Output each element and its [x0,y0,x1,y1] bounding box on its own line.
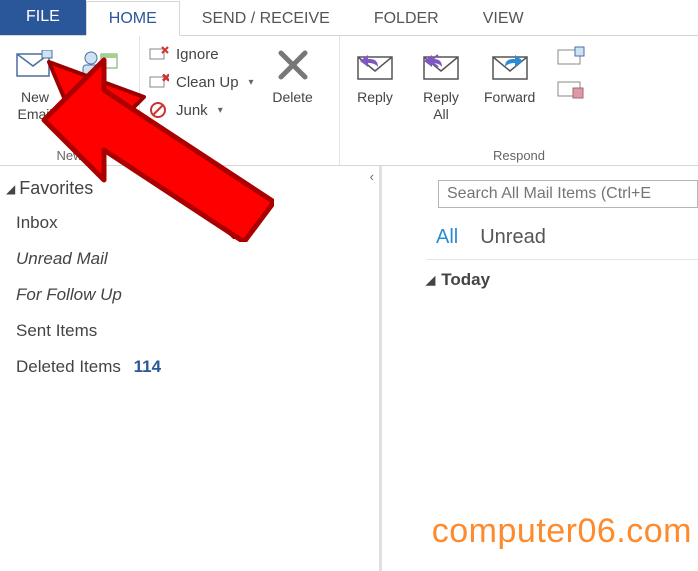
new-items-label: Ite [93,89,109,106]
person-calendar-icon [79,44,123,86]
filter-unread[interactable]: Unread [480,226,546,249]
new-email-label: New Email [17,89,52,123]
dropdown-icon: ▾ [218,105,223,116]
dropdown-icon: ▾ [249,77,254,88]
favorites-label: Favorites [19,178,93,199]
clean-up-button[interactable]: ✖ Clean Up ▾ [148,70,254,94]
tab-file[interactable]: FILE [0,0,86,35]
group-label-new: New [8,145,131,163]
folder-for-follow-up[interactable]: For Follow Up [6,277,367,313]
delete-button[interactable]: Delete [266,40,320,106]
expand-icon: ◢ [426,273,435,287]
respond-extra [551,40,585,100]
junk-label: Junk [176,102,208,119]
search-input[interactable] [447,185,689,203]
ribbon: New Email Ite New [0,36,698,166]
reply-all-icon [419,44,463,86]
reply-label: Reply [357,89,393,106]
tab-folder[interactable]: FOLDER [352,2,461,35]
filter-bar: All Unread [396,208,698,259]
ignore-label: Ignore [176,46,219,63]
filter-all[interactable]: All [436,226,458,249]
more-respond-icon[interactable] [557,78,585,100]
tab-view[interactable]: VIEW [461,2,546,35]
watermark: computer06.com [432,512,692,551]
group-label-respond: Respond [348,145,690,163]
delete-label: Delete [272,89,312,106]
ignore-icon [148,44,170,64]
ribbon-group-delete: Ignore ✖ Clean Up ▾ Junk ▾ [140,36,340,165]
main-area: ‹ ◢ Favorites Inbox Unread Mail For Foll… [0,166,698,571]
reply-button[interactable]: Reply [348,40,402,106]
folder-unread-mail[interactable]: Unread Mail [6,241,367,277]
tab-home[interactable]: HOME [86,1,180,36]
folder-deleted-items[interactable]: Deleted Items 114 [6,349,367,385]
reply-icon [353,44,397,86]
reply-all-label: Reply All [423,89,459,123]
folder-nav-pane: ‹ ◢ Favorites Inbox Unread Mail For Foll… [0,166,382,571]
svg-text:✖: ✖ [161,73,169,85]
junk-icon [148,100,170,120]
group-today-label: Today [441,270,490,290]
new-email-button[interactable]: New Email [8,40,62,123]
date-group-today[interactable]: ◢ Today [426,259,698,290]
forward-icon [488,44,532,86]
search-box[interactable] [438,180,698,208]
delete-x-icon [271,44,315,86]
reply-all-button[interactable]: Reply All [414,40,468,123]
forward-button[interactable]: Forward [480,40,539,106]
new-items-button[interactable]: Ite [74,40,128,106]
ribbon-group-new: New Email Ite New [0,36,140,165]
ignore-button[interactable]: Ignore [148,42,254,66]
message-list-pane: All Unread ◢ Today [382,166,698,571]
expand-icon: ◢ [6,182,15,196]
favorites-header[interactable]: ◢ Favorites [6,174,367,205]
collapse-nav-icon[interactable]: ‹ [370,169,374,184]
cleanup-icon: ✖ [148,72,170,92]
ribbon-tabs: FILE HOME SEND / RECEIVE FOLDER VIEW [0,0,698,36]
envelope-icon [13,44,57,86]
folder-sent-items[interactable]: Sent Items [6,313,367,349]
forward-label: Forward [484,89,535,106]
folder-inbox[interactable]: Inbox [6,205,367,241]
deleted-items-label: Deleted Items [16,357,121,376]
group-label-delete [148,145,331,163]
junk-button[interactable]: Junk ▾ [148,98,254,122]
tab-send-receive[interactable]: SEND / RECEIVE [180,2,352,35]
meeting-icon[interactable] [557,46,585,68]
ribbon-group-respond: Reply Reply All [340,36,698,165]
cleanup-label: Clean Up [176,74,239,91]
deleted-items-count: 114 [134,357,161,376]
